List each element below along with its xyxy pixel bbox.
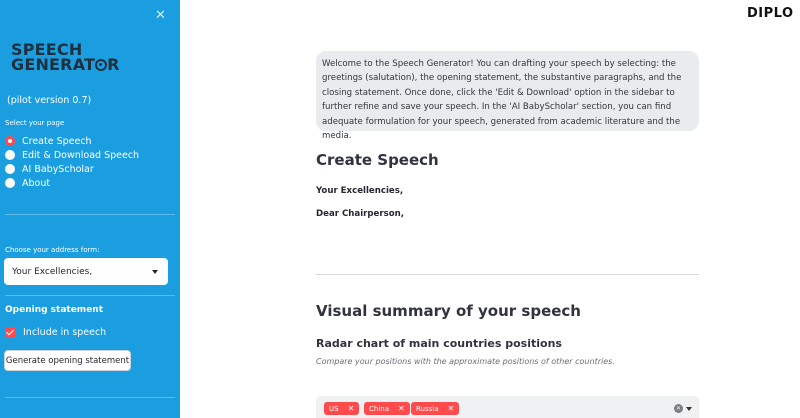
radio-label: About [22, 177, 51, 189]
remove-chip-icon[interactable]: ✕ [398, 404, 405, 413]
country-multiselect[interactable]: US ✕ China ✕ Russia ✕ ✕ [316, 396, 699, 418]
country-chip-russia[interactable]: Russia ✕ [411, 402, 460, 415]
chevron-down-icon[interactable] [152, 270, 158, 274]
sidebar-divider [5, 214, 175, 215]
radio-label: AI BabyScholar [22, 163, 94, 175]
sidebar: ✕ SPEECH GENERAT R (pilot version 0.7) Se… [0, 0, 180, 418]
chip-label: Russia [416, 404, 439, 413]
radio-label: Edit & Download Speech [22, 149, 140, 161]
pilot-version: (pilot version 0.7) [7, 95, 92, 106]
page-radio-group: Create Speech Edit & Download Speech AI … [5, 134, 139, 190]
close-icon[interactable]: ✕ [155, 8, 166, 23]
generate-opening-statement-button[interactable]: Generate opening statement [4, 350, 131, 371]
country-chip-us[interactable]: US ✕ [324, 402, 360, 415]
visual-summary-heading: Visual summary of your speech [316, 302, 581, 320]
radio-unselected-icon[interactable] [5, 150, 15, 160]
radio-unselected-icon[interactable] [5, 164, 15, 174]
sidebar-divider [5, 295, 175, 296]
address-form-select[interactable]: Your Excellencies, [4, 258, 168, 285]
radio-unselected-icon[interactable] [5, 178, 15, 188]
clear-all-icon[interactable]: ✕ [674, 404, 683, 413]
radar-chart-heading: Radar chart of main countries positions [316, 337, 562, 350]
app-window: ✕ SPEECH GENERAT R (pilot version 0.7) Se… [0, 0, 800, 418]
include-in-speech-checkbox[interactable]: Include in speech [5, 327, 106, 338]
chip-label: China [369, 404, 389, 413]
diplo-logo: DIPLO [747, 6, 794, 21]
radio-edit-download-speech[interactable]: Edit & Download Speech [5, 148, 139, 162]
address-form-label: Choose your address form: [5, 246, 100, 254]
logo-o-icon [95, 58, 108, 71]
remove-chip-icon[interactable]: ✕ [348, 404, 355, 413]
select-page-label: Select your page [5, 119, 65, 127]
address-form-value: Your Excellencies, [12, 266, 93, 277]
radar-caption: Compare your positions with the approxim… [316, 357, 615, 366]
intro-info-box: Welcome to the Speech Generator! You can… [316, 51, 699, 141]
radio-selected-icon[interactable] [5, 136, 15, 146]
remove-chip-icon[interactable]: ✕ [448, 404, 455, 413]
greeting-salutation: Your Excellencies, [316, 186, 404, 196]
country-chip-china[interactable]: China ✕ [364, 402, 410, 415]
opening-statement-title: Opening statement [5, 305, 104, 315]
create-speech-heading: Create Speech [316, 151, 439, 169]
greeting-chairperson: Dear Chairperson, [316, 209, 405, 219]
speech-generator-logo: SPEECH GENERAT R [11, 40, 120, 74]
sidebar-divider [5, 397, 175, 398]
include-in-speech-label: Include in speech [23, 327, 107, 338]
radio-label: Create Speech [22, 135, 92, 147]
chevron-down-icon[interactable] [686, 407, 692, 411]
radio-about[interactable]: About [5, 176, 139, 190]
radio-create-speech[interactable]: Create Speech [5, 134, 139, 148]
main-divider [316, 274, 699, 275]
chip-label: US [329, 404, 339, 413]
radio-ai-babyscholar[interactable]: AI BabyScholar [5, 162, 139, 176]
checkbox-checked-icon[interactable] [5, 327, 16, 338]
